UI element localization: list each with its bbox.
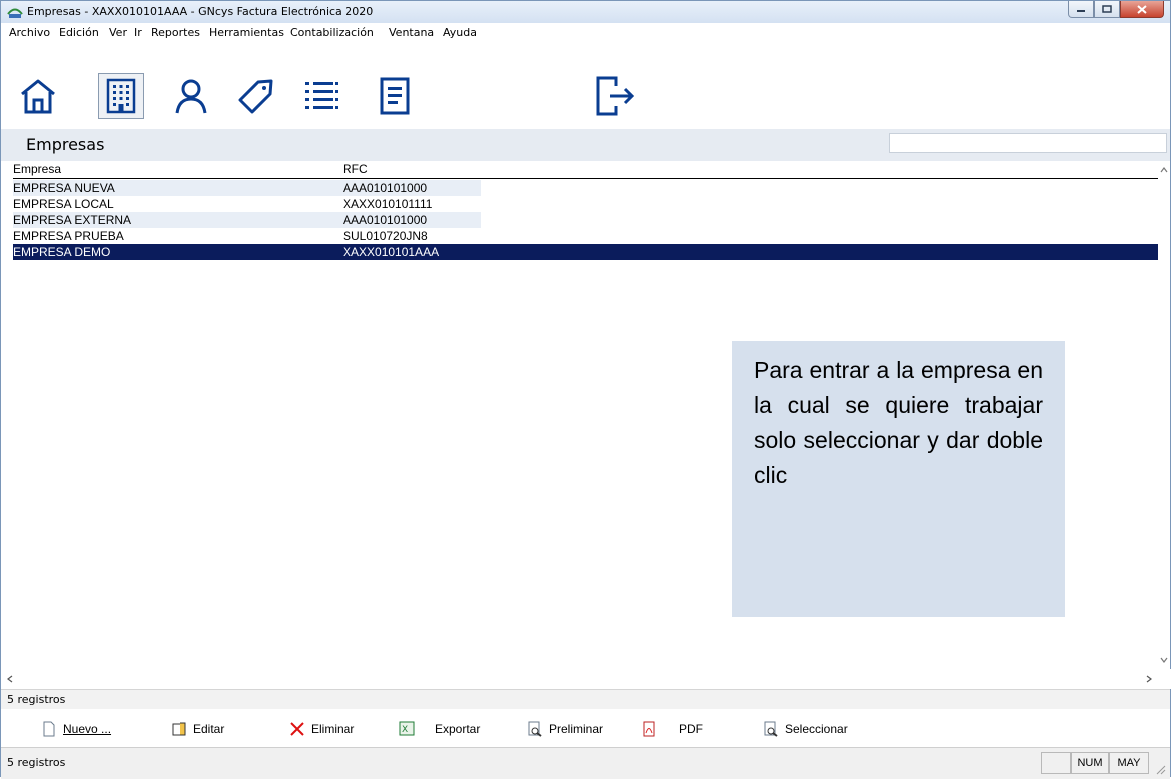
select-icon	[764, 721, 778, 737]
companies-button[interactable]	[98, 73, 144, 119]
exit-button[interactable]	[591, 73, 637, 119]
window-title: Empresas - XAXX010101AAA - GNcys Factura…	[27, 5, 374, 18]
menu-edicion[interactable]: Edición	[59, 26, 99, 39]
vertical-scrollbar[interactable]	[1158, 161, 1170, 669]
exit-icon	[596, 76, 635, 116]
scroll-up-icon[interactable]	[1160, 167, 1168, 173]
grid-header: Empresa RFC	[13, 161, 1158, 178]
horizontal-scrollbar[interactable]	[1, 669, 1171, 689]
lists-button[interactable]	[298, 73, 344, 119]
record-count: 5 registros	[7, 693, 66, 706]
cell-empresa: EMPRESA PRUEBA	[13, 229, 124, 243]
cell-rfc: SUL010720JN8	[343, 229, 428, 243]
menu-ayuda[interactable]: Ayuda	[443, 26, 477, 39]
menu-reportes[interactable]: Reportes	[151, 26, 200, 39]
table-row[interactable]: EMPRESA NUEVA AAA010101000	[13, 180, 481, 196]
table-row-selected[interactable]: EMPRESA DEMO XAXX010101AAA	[13, 244, 1158, 260]
export-button[interactable]: X Exportar	[399, 721, 480, 737]
maximize-button[interactable]	[1094, 1, 1120, 18]
menu-ir[interactable]: Ir	[134, 26, 142, 39]
new-button[interactable]: Nuevo ...	[41, 721, 111, 737]
main-window: Empresas - XAXX010101AAA - GNcys Factura…	[0, 0, 1171, 779]
pdf-button[interactable]: PDF	[641, 721, 703, 737]
status-bar: 5 registros NUM MAY	[1, 747, 1170, 779]
products-button[interactable]	[233, 73, 279, 119]
user-icon	[175, 79, 207, 114]
scroll-left-icon[interactable]	[7, 675, 13, 683]
instruction-note: Para entrar a la empresa en la cual se q…	[732, 341, 1065, 617]
document-icon	[380, 77, 410, 115]
header-divider	[13, 178, 1158, 179]
preview-button[interactable]: Preliminar	[527, 721, 603, 737]
action-bar: Nuevo ... Editar Eliminar X Exportar Pre…	[1, 709, 1170, 747]
delete-label: Eliminar	[311, 722, 355, 736]
app-icon	[7, 8, 23, 18]
home-icon	[21, 79, 55, 114]
maximize-icon	[1102, 5, 1112, 13]
toolbar	[1, 43, 1170, 129]
new-label: Nuevo ...	[63, 722, 112, 736]
cell-rfc: AAA010101000	[343, 213, 428, 227]
status-box-empty	[1041, 752, 1071, 774]
cell-empresa: EMPRESA LOCAL	[13, 197, 114, 211]
column-header-rfc[interactable]: RFC	[343, 162, 368, 176]
new-document-icon	[43, 721, 55, 737]
pdf-icon	[643, 721, 655, 737]
section-header: Empresas	[1, 129, 1170, 161]
table-row[interactable]: EMPRESA EXTERNA AAA010101000	[13, 212, 481, 228]
record-count-bar: 5 registros	[1, 689, 1170, 710]
preview-icon	[528, 721, 542, 737]
menu-ventana[interactable]: Ventana	[389, 26, 434, 39]
cell-rfc: XAXX010101AAA	[343, 245, 440, 259]
edit-label: Editar	[193, 722, 225, 736]
menu-herramientas[interactable]: Herramientas	[209, 26, 284, 39]
edit-icon	[172, 722, 186, 736]
menu-archivo[interactable]: Archivo	[9, 26, 50, 39]
title-bar[interactable]: Empresas - XAXX010101AAA - GNcys Factura…	[1, 1, 1170, 24]
edit-button[interactable]: Editar	[171, 721, 224, 737]
building-icon	[106, 78, 136, 114]
clients-button[interactable]	[168, 73, 214, 119]
select-label: Seleccionar	[785, 722, 848, 736]
close-button[interactable]	[1120, 1, 1164, 18]
table-row[interactable]: EMPRESA LOCAL XAXX010101111	[13, 196, 481, 212]
svg-text:X: X	[402, 725, 408, 735]
cell-empresa: EMPRESA DEMO	[13, 245, 111, 259]
close-icon	[1137, 4, 1147, 14]
pdf-label: PDF	[679, 722, 703, 736]
export-label: Exportar	[435, 722, 481, 736]
page-title: Empresas	[26, 135, 105, 154]
preview-label: Preliminar	[549, 722, 604, 736]
column-header-empresa[interactable]: Empresa	[13, 162, 61, 176]
menu-contabilizacion[interactable]: Contabilización	[290, 26, 374, 39]
documents-button[interactable]	[373, 73, 419, 119]
menu-bar: Archivo Edición Ver Ir Reportes Herramie…	[1, 23, 1170, 43]
delete-button[interactable]: Eliminar	[289, 721, 354, 737]
search-input[interactable]	[889, 133, 1167, 153]
status-text: 5 registros	[7, 756, 66, 769]
home-button[interactable]	[15, 73, 61, 119]
cell-rfc: AAA010101000	[343, 181, 428, 195]
minimize-icon	[1077, 10, 1085, 12]
excel-icon: X	[399, 721, 415, 736]
minimize-button[interactable]	[1068, 1, 1094, 18]
select-button[interactable]: Seleccionar	[763, 721, 848, 737]
cell-empresa: EMPRESA EXTERNA	[13, 213, 132, 227]
window-controls	[1068, 1, 1164, 19]
table-row[interactable]: EMPRESA PRUEBA SUL010720JN8	[13, 228, 481, 244]
cell-rfc: XAXX010101111	[343, 197, 433, 211]
list-icon	[305, 82, 338, 109]
caps-indicator: MAY	[1109, 752, 1149, 774]
menu-ver[interactable]: Ver	[109, 26, 127, 39]
scroll-right-icon[interactable]	[1146, 675, 1152, 683]
resize-grip-icon[interactable]	[1154, 763, 1166, 775]
tag-icon	[238, 79, 273, 114]
delete-icon	[290, 722, 304, 736]
cell-empresa: EMPRESA NUEVA	[13, 181, 115, 195]
num-indicator: NUM	[1071, 752, 1109, 774]
scroll-down-icon[interactable]	[1160, 657, 1168, 663]
